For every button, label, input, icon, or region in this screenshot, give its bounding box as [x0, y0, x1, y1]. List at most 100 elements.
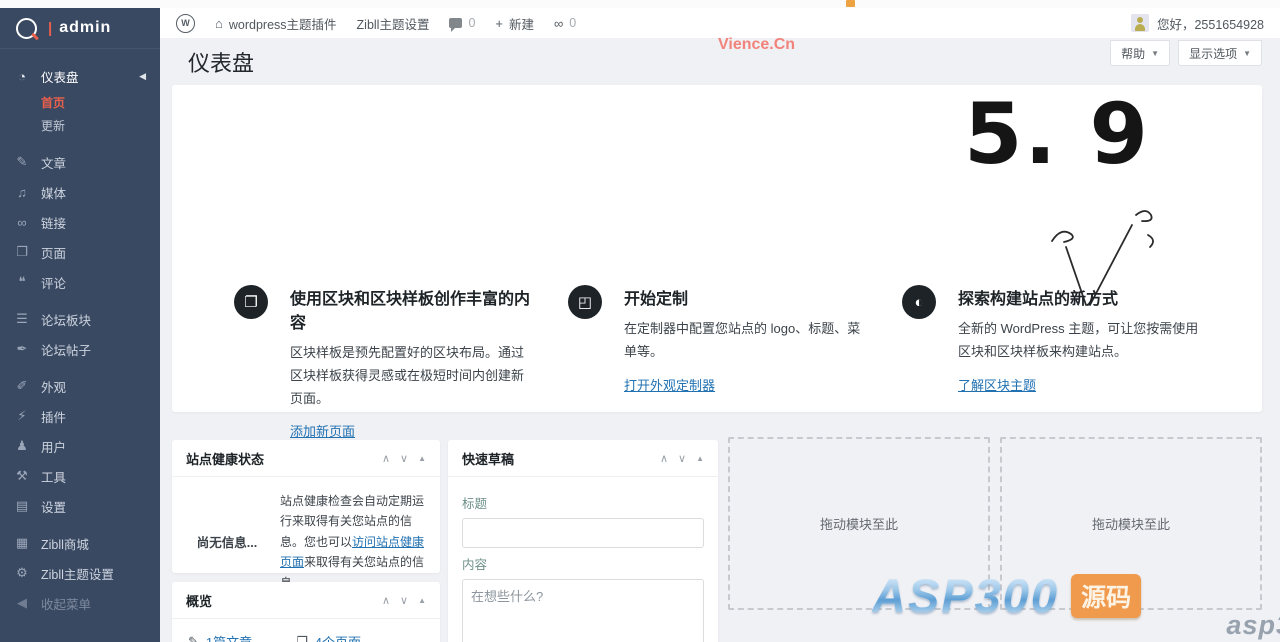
site-health-widget: 站点健康状态 ∧ ∨ ▲ 尚无信息... 站点健康检查会自动定期运行来取得有关您… [172, 440, 440, 590]
help-label: 帮助 [1121, 46, 1146, 61]
wordpress-admin-dashboard: | admin ◔ 仪表盘 ◀ 首页 更新 ✎ 文章 ♫ 媒体 ∞ 链接 ❐ 页… [0, 0, 1280, 642]
sidebar-item-plugins[interactable]: ⚡ 插件 [0, 401, 160, 431]
wordpress-menu[interactable]: W [176, 13, 195, 33]
zibll-settings-label: Zibll主题设置 [356, 17, 430, 32]
sidebar-item-links[interactable]: ∞ 链接 [0, 207, 160, 237]
sidebar-item-posts[interactable]: ✎ 文章 [0, 147, 160, 177]
sidebar-item-media[interactable]: ♫ 媒体 [0, 177, 160, 207]
sidebar-logo: | admin [0, 8, 160, 49]
new-label: 新建 [509, 17, 535, 32]
move-up-icon[interactable]: ∧ [382, 594, 390, 607]
sidebar-menu: ◔ 仪表盘 ◀ 首页 更新 ✎ 文章 ♫ 媒体 ∞ 链接 ❐ 页面 ❝ 评论 ☰… [0, 49, 160, 618]
collapse-toggle-icon[interactable]: ▲ [696, 454, 704, 463]
move-down-icon[interactable]: ∨ [400, 452, 408, 465]
sidebar-item-settings[interactable]: ▤ 设置 [0, 491, 160, 521]
move-down-icon[interactable]: ∨ [400, 594, 408, 607]
draft-content-textarea[interactable] [462, 579, 704, 642]
widget-title: 概览 [186, 593, 213, 609]
welcome-card-blocks: ❐ 使用区块和区块样板创作丰富的内容 区块样板是预先配置好的区块布局。通过区块样… [234, 285, 536, 441]
sidebar-item-zibll-theme-settings[interactable]: ⚙ Zibll主题设置 [0, 558, 160, 588]
sidebar-item-comments[interactable]: ❝ 评论 [0, 267, 160, 297]
sidebar-item-collapse-menu[interactable]: ◀ 收起菜单 [0, 588, 160, 618]
sidebar-item-tools[interactable]: ⚒ 工具 [0, 461, 160, 491]
links-menu[interactable]: ∞ 0 [554, 16, 576, 31]
sidebar-item-label: 收起菜单 [41, 597, 92, 612]
welcome-card-body: 区块样板是预先配置好的区块布局。通过区块样板获得灵感或在极短时间内创建新页面。 [290, 345, 525, 406]
dashboard-icon: ◔ [18, 68, 26, 84]
draft-content-label: 内容 [462, 558, 488, 572]
sidebar-item-label: 文章 [41, 156, 67, 171]
sidebar-item-label: 插件 [41, 410, 67, 425]
help-button[interactable]: 帮助 ▼ [1110, 40, 1171, 66]
pages-icon: ❐ [296, 633, 308, 642]
welcome-card-title: 探索构建站点的新方式 [958, 291, 1119, 308]
greeting-label: 您好，2551654928 [1156, 17, 1264, 32]
media-icon: ♫ [17, 184, 27, 200]
asp300-brand-text: ASP300 [872, 569, 1060, 622]
site-name-menu[interactable]: ⌂ wordpress主题插件 [215, 14, 337, 33]
q-logo-icon [16, 17, 37, 39]
submenu-collapse-arrow-icon[interactable]: ◀ [139, 71, 146, 82]
sidebar-item-dashboard[interactable]: ◔ 仪表盘 ◀ [0, 61, 160, 91]
sidebar-item-label: 用户 [41, 440, 67, 455]
collapse-toggle-icon[interactable]: ▲ [418, 596, 426, 605]
add-new-page-link[interactable]: 添加新页面 [290, 421, 355, 440]
overview-widget: 概览 ∧ ∨ ▲ ✎ 1篇文章 ❐ 4个页面 [172, 582, 440, 642]
overview-pages: ❐ 4个页面 [296, 632, 361, 642]
account-menu[interactable]: 您好，2551654928 [1130, 14, 1264, 33]
welcome-card-title: 使用区块和区块样板创作丰富的内容 [290, 291, 531, 332]
comments-count: 0 [468, 16, 476, 30]
move-up-icon[interactable]: ∧ [660, 452, 668, 465]
move-down-icon[interactable]: ∨ [678, 452, 686, 465]
posts-count-link[interactable]: 1篇文章 [206, 632, 252, 642]
sidebar-item-pages[interactable]: ❐ 页面 [0, 237, 160, 267]
admin-sidebar: | admin ◔ 仪表盘 ◀ 首页 更新 ✎ 文章 ♫ 媒体 ∞ 链接 ❐ 页… [0, 8, 160, 642]
admin-top-bar: W ⌂ wordpress主题插件 Zibll主题设置 0 + 新建 ∞ 0 您… [160, 8, 1280, 38]
sidebar-item-forum-posts[interactable]: ✒ 论坛帖子 [0, 334, 160, 364]
learn-block-themes-link[interactable]: 了解区块主题 [958, 375, 1036, 394]
sidebar-item-appearance[interactable]: ✐ 外观 [0, 371, 160, 401]
appearance-icon: ✐ [16, 378, 28, 393]
sidebar-item-zibll-store[interactable]: ▦ Zibll商城 [0, 528, 160, 558]
sidebar-item-label: 论坛板块 [41, 313, 92, 328]
collapse-toggle-icon[interactable]: ▲ [418, 454, 426, 463]
comments-menu[interactable]: 0 [449, 16, 476, 32]
screen-options-label: 显示选项 [1189, 46, 1238, 61]
draft-title-input[interactable] [462, 518, 704, 548]
screen-meta-buttons: 帮助 ▼ 显示选项 ▼ [1110, 40, 1262, 66]
avatar [1130, 14, 1149, 32]
browser-extension-icon [846, 0, 855, 7]
dashboard-submenu: 首页 更新 [0, 91, 160, 147]
sidebar-subitem-updates[interactable]: 更新 [0, 114, 160, 137]
move-up-icon[interactable]: ∧ [382, 452, 390, 465]
contrast-icon: ◐ [902, 285, 936, 319]
sidebar-subitem-home[interactable]: 首页 [0, 91, 160, 114]
link-icon: ∞ [554, 15, 564, 31]
pin-icon: ✎ [188, 633, 199, 642]
widget-header: 快速草稿 ∧ ∨ ▲ [448, 440, 718, 477]
plus-icon: + [495, 15, 503, 31]
menu-separator [0, 297, 160, 304]
widget-header: 概览 ∧ ∨ ▲ [172, 582, 440, 619]
page-title: 仪表盘 [188, 51, 255, 76]
welcome-card-customize: ◰ 开始定制 在定制器中配置您站点的 logo、标题、菜单等。 打开外观定制器 [568, 285, 870, 395]
screen-options-button[interactable]: 显示选项 ▼ [1178, 40, 1262, 66]
zibll-settings-menu[interactable]: Zibll主题设置 [357, 14, 430, 33]
site-health-description: 站点健康检查会自动定期运行来取得有关您站点的信息。您也可以访问站点健康页面来取得… [280, 491, 428, 593]
pages-count-link[interactable]: 4个页面 [315, 632, 361, 642]
welcome-panel: 5. 9 ❐ 使用区块和区块样板创作丰富的内容 区块样板是预先配置好的区块布局。… [172, 85, 1262, 439]
comment-bubble-icon [449, 18, 463, 32]
sidebar-item-forum-sections[interactable]: ☰ 论坛板块 [0, 304, 160, 334]
vience-watermark: Vience.Cn [718, 36, 796, 53]
chevron-down-icon: ▼ [1151, 48, 1160, 58]
tools-icon: ⚒ [16, 468, 28, 483]
forum-sections-icon: ☰ [16, 311, 28, 326]
welcome-card-title: 开始定制 [624, 291, 689, 308]
pages-icon: ❐ [16, 244, 28, 259]
logo-text: admin [59, 19, 112, 36]
widget-header: 站点健康状态 ∧ ∨ ▲ [172, 440, 440, 477]
customizer-icon: ◰ [568, 285, 602, 319]
open-customizer-link[interactable]: 打开外观定制器 [624, 375, 715, 394]
sidebar-item-users[interactable]: ♟ 用户 [0, 431, 160, 461]
new-content-menu[interactable]: + 新建 [495, 14, 534, 33]
